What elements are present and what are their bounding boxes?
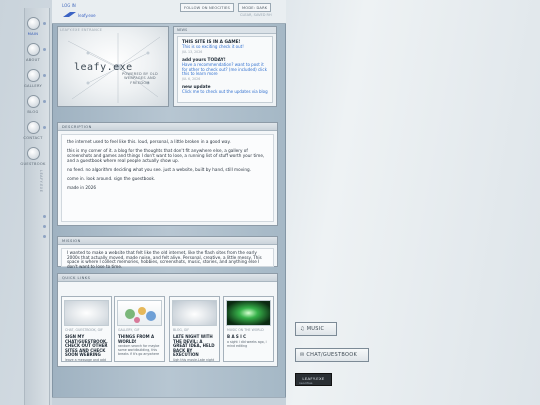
description-header: DESCRIPTION (58, 123, 277, 131)
badge-sub: neocities (299, 380, 313, 385)
nav-dot (43, 235, 46, 238)
sidebar-item-contact[interactable]: CONTACT (20, 121, 46, 140)
card-title: SIGN MY CHAT/GUESTBOOK, CHECK OUT OTHER … (65, 334, 108, 358)
card-tags: GALLERY, GIF (118, 328, 140, 332)
quick-link-card[interactable]: BLOG, GIF LATE NIGHT WITH THE DEVIL: A G… (169, 296, 220, 362)
nav-dot (43, 22, 46, 25)
music-icon: ♫ (300, 326, 305, 332)
sidebar-item-about[interactable]: ABOUT (20, 43, 46, 62)
site-badge[interactable]: LEAFY.EXE neocities (295, 373, 332, 386)
chat-label: CHAT/GUESTBOOK (306, 352, 358, 358)
card-desc: random search for maybe some worldbuildi… (118, 344, 160, 356)
image-icon (26, 69, 40, 82)
top-subtext: CLEAR, SAVED RH (240, 13, 272, 17)
hero-label: LEAFY.EXE ENTRANCE (60, 28, 103, 32)
card-desc: a sight i did weeks ago, i mind editing (227, 339, 267, 348)
card-tags: BLOG, GIF (173, 328, 190, 332)
music-label: MUSIC (306, 326, 325, 332)
nav-dot (43, 74, 46, 77)
site-logo-icon: leafy.exe (63, 12, 96, 18)
card-thumbnail (226, 300, 271, 326)
svg-text:leafy.exe: leafy.exe (78, 13, 96, 18)
card-title: THINGS FROM A WORLD! (118, 334, 155, 344)
quick-links-header: QUICK LINKS (58, 274, 277, 282)
bottom-bar (52, 397, 286, 405)
sidebar-item-label: GALLERY (23, 84, 43, 88)
mode-toggle-button[interactable]: MODE: DARK (238, 3, 272, 12)
sidebar-item-blog[interactable]: BLOG (20, 95, 46, 114)
mission-panel: MISSION I wanted to make a website that … (57, 236, 278, 269)
card-title: B A S I C (227, 334, 247, 339)
login-link[interactable]: LOG IN (62, 3, 76, 8)
home-icon (26, 17, 40, 30)
sidebar-item-label: CONTACT (23, 136, 43, 140)
news-date: JUL 13, 2026 (182, 49, 203, 54)
description-body: the internet used to feel like this. lou… (61, 134, 274, 222)
news-item[interactable]: THIS SITE IS IN A GAME! This is so excit… (182, 40, 268, 54)
news-header: NEWS (174, 27, 276, 34)
nav-dot (43, 215, 46, 218)
chat-icon: ✉ (300, 352, 305, 358)
card-title: LATE NIGHT WITH THE DEVIL: A GREAT IDEA,… (173, 334, 215, 358)
sidebar-rail (24, 8, 50, 405)
sidebar-item-main[interactable]: MAIN (20, 17, 46, 36)
news-item[interactable]: new update Click me to check out the upd… (182, 85, 268, 95)
card-tags: MUSIC ON THE WORLD (227, 328, 264, 332)
nav-dot (43, 48, 46, 51)
nav-dot (43, 126, 46, 129)
description-paragraph: made in 2026 (67, 185, 97, 190)
card-thumbnail (172, 300, 217, 326)
follow-button[interactable]: FOLLOW ON NEOCITIES (180, 3, 234, 12)
description-paragraph: the internet used to feel like this. lou… (67, 139, 231, 144)
music-button[interactable]: ♫ MUSIC (295, 322, 337, 336)
quick-link-card[interactable]: MUSIC ON THE WORLD B A S I C a sight i d… (223, 296, 274, 362)
card-desc: leave a message and add (65, 357, 106, 362)
rail-text: LEAFY.EXE (39, 170, 43, 193)
description-panel: DESCRIPTION the internet used to feel li… (57, 122, 278, 226)
pen-icon (26, 95, 40, 108)
description-paragraph: this is my corner of it. a blog for the … (67, 148, 265, 163)
quick-link-card[interactable]: CHAT, GUESTBOOK, GIF SIGN MY CHAT/GUESTB… (61, 296, 112, 362)
sidebar-item-guestbook[interactable]: GUESTBOOK (20, 147, 46, 166)
quick-link-card[interactable]: GALLERY, GIF THINGS FROM A WORLD! random… (114, 296, 165, 362)
sidebar-item-label: BLOG (27, 110, 39, 114)
news-list: THIS SITE IS IN A GAME! This is so excit… (177, 36, 273, 103)
news-panel: NEWS THIS SITE IS IN A GAME! This is so … (173, 26, 277, 107)
mail-icon (26, 121, 40, 134)
description-paragraph: no feed. no algorithm deciding what you … (67, 167, 251, 172)
sidebar-item-label: MAIN (27, 32, 39, 36)
sidebar-item-gallery[interactable]: GALLERY (20, 69, 46, 88)
card-tags: CHAT, GUESTBOOK, GIF (65, 328, 103, 332)
nav-dot (43, 100, 46, 103)
hero-subtitle: POWERED BY OLD WEBPAGES AND FREEDOM (121, 72, 159, 85)
chat-guestbook-button[interactable]: ✉ CHAT/GUESTBOOK (295, 348, 369, 362)
sidebar-item-label: GUESTBOOK (20, 162, 46, 166)
book-icon (26, 147, 40, 160)
description-paragraph: come in. look around. sign the guestbook… (67, 176, 156, 181)
card-thumbnail (117, 300, 162, 326)
card-thumbnail (64, 300, 109, 326)
card-desc: Ugh this movie.Late night (173, 357, 215, 362)
news-body: Click me to check out the updates via bl… (182, 89, 268, 95)
news-date: JUL 6, 2026 (182, 77, 201, 82)
person-icon (26, 43, 40, 56)
mission-text: I wanted to make a website that felt lik… (61, 248, 274, 269)
mission-header: MISSION (58, 237, 277, 245)
sidebar-item-label: ABOUT (25, 58, 40, 62)
news-body: Have a recommendation? want to post it f… (182, 61, 267, 77)
news-item[interactable]: add yours TODAY! Have a recommendation? … (182, 58, 268, 81)
nav-dot (43, 225, 46, 228)
